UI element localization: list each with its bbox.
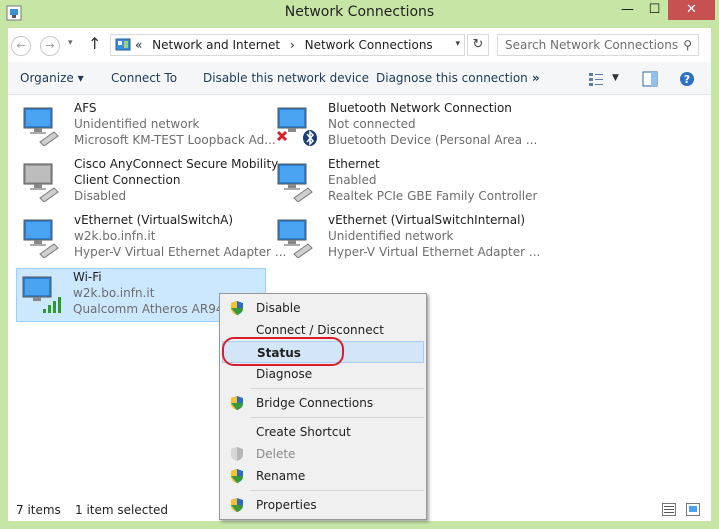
- details-view-icon[interactable]: [662, 503, 676, 516]
- connection-afs[interactable]: AFS Unidentified network Microsoft KM-TE…: [18, 100, 276, 154]
- search-input[interactable]: Search Network Connections ⚲: [497, 34, 699, 56]
- selection-count: 1 item selected: [75, 503, 169, 517]
- connection-status: Unidentified network: [328, 229, 454, 243]
- large-icons-view-icon[interactable]: [686, 503, 700, 516]
- breadcrumb-network-and-internet[interactable]: Network and Internet: [152, 38, 280, 52]
- forward-button[interactable]: →: [40, 36, 60, 56]
- close-button[interactable]: ✕: [668, 0, 715, 20]
- maximize-button[interactable]: ☐: [641, 0, 668, 20]
- breadcrumb-network-connections[interactable]: Network Connections: [305, 38, 433, 52]
- menu-item-bridge-connections[interactable]: Bridge Connections: [222, 392, 424, 414]
- help-icon[interactable]: ?: [679, 71, 695, 87]
- menu-item-disable[interactable]: Disable: [222, 297, 424, 319]
- minimize-button[interactable]: —: [614, 0, 641, 20]
- wifi-adapter-icon: [22, 276, 61, 313]
- uac-shield-icon: [231, 396, 243, 410]
- connection-name: Wi-Fi: [73, 270, 102, 284]
- network-adapter-icon: [277, 219, 313, 258]
- disable-device-button[interactable]: Disable this network device: [203, 71, 369, 85]
- connection-status: Unidentified network: [74, 117, 200, 131]
- search-placeholder: Search Network Connections: [505, 38, 679, 52]
- change-view-icon[interactable]: [588, 71, 604, 87]
- connection-status: Disabled: [74, 189, 127, 203]
- menu-item-label: Bridge Connections: [256, 396, 374, 410]
- menu-item-label: Connect / Disconnect: [256, 323, 384, 337]
- organize-button[interactable]: Organize ▾: [20, 71, 84, 85]
- menu-item-delete: Delete: [222, 443, 424, 465]
- menu-item-status[interactable]: Status: [222, 341, 424, 363]
- menu-item-label: Rename: [256, 469, 306, 483]
- connection-name: vEthernet (VirtualSwitchA): [74, 213, 234, 227]
- menu-item-diagnose[interactable]: Diagnose: [222, 363, 424, 385]
- menu-item-label: Delete: [256, 447, 296, 461]
- connection-device: Hyper-V Virtual Ethernet Adapter ...: [74, 245, 287, 259]
- connection-status: Not connected: [328, 117, 416, 131]
- menu-separator: [250, 388, 424, 389]
- uac-shield-icon: [231, 498, 243, 512]
- address-toolbar: ← → ▾ ↑ « Network and Internet › Network…: [8, 28, 711, 62]
- window: Network Connections — ☐ ✕ ← → ▾ ↑ « Netw…: [0, 0, 719, 529]
- connection-device: Hyper-V Virtual Ethernet Adapter ...: [328, 245, 541, 259]
- menu-item-rename[interactable]: Rename: [222, 465, 424, 487]
- network-adapter-disabled-icon: [23, 163, 59, 202]
- menu-item-label: Status: [257, 346, 301, 360]
- preview-pane-icon[interactable]: [642, 71, 658, 87]
- connection-vethernet-virtualswitchinternal[interactable]: vEthernet (VirtualSwitchInternal) Uniden…: [272, 212, 540, 266]
- connection-status: w2k.bo.infn.it: [74, 229, 156, 243]
- command-bar: Organize ▾ Connect To Disable this netwo…: [8, 62, 711, 95]
- svg-text:?: ?: [684, 73, 690, 86]
- uac-shield-icon: [231, 301, 243, 315]
- context-menu: Disable Connect / Disconnect Status Diag…: [219, 293, 427, 520]
- connection-status: w2k.bo.infn.it: [73, 286, 155, 300]
- breadcrumb-overflow[interactable]: «: [135, 38, 142, 52]
- refresh-button[interactable]: ↻: [467, 34, 489, 56]
- diagnose-connection-button[interactable]: Diagnose this connection: [376, 71, 528, 85]
- connection-device: Qualcomm Atheros AR946x: [73, 302, 239, 316]
- bluetooth-adapter-icon: [276, 107, 317, 146]
- connection-ethernet[interactable]: Ethernet Enabled Realtek PCIe GBE Family…: [272, 156, 537, 210]
- connection-device: Realtek PCIe GBE Family Controller: [328, 189, 538, 203]
- up-button[interactable]: ↑: [88, 34, 101, 53]
- control-panel-icon: [115, 38, 131, 51]
- uac-shield-icon: [231, 469, 243, 483]
- connection-name-line2: Client Connection: [74, 173, 181, 187]
- breadcrumb-separator[interactable]: ›: [290, 38, 295, 52]
- connection-name: Cisco AnyConnect Secure Mobility: [74, 157, 279, 171]
- address-dropdown-icon[interactable]: ▾: [455, 39, 460, 49]
- connect-to-button[interactable]: Connect To: [111, 71, 177, 85]
- network-adapter-icon: [277, 163, 313, 202]
- connection-device: Microsoft KM-TEST Loopback Ad...: [74, 133, 276, 147]
- connection-device: Bluetooth Device (Personal Area ...: [328, 133, 538, 147]
- menu-item-create-shortcut[interactable]: Create Shortcut: [222, 421, 424, 443]
- menu-item-connect-disconnect[interactable]: Connect / Disconnect: [222, 319, 424, 341]
- connection-name: Ethernet: [328, 157, 380, 171]
- connection-name: Bluetooth Network Connection: [328, 101, 512, 115]
- address-bar[interactable]: « Network and Internet › Network Connect…: [110, 34, 465, 56]
- connection-cisco-anyconnect[interactable]: Cisco AnyConnect Secure Mobility Client …: [18, 156, 278, 210]
- recent-locations-dropdown[interactable]: ▾: [68, 38, 73, 48]
- menu-item-label: Disable: [256, 301, 301, 315]
- item-count: 7 items: [16, 503, 61, 517]
- menu-item-properties[interactable]: Properties: [222, 494, 424, 516]
- menu-item-label: Diagnose: [256, 367, 313, 381]
- more-commands-button[interactable]: »: [532, 71, 540, 85]
- connection-name: vEthernet (VirtualSwitchInternal): [328, 213, 526, 227]
- search-icon[interactable]: ⚲: [683, 38, 692, 52]
- uac-shield-disabled-icon: [231, 447, 243, 461]
- connection-name: AFS: [74, 101, 97, 115]
- connection-vethernet-virtualswitcha[interactable]: vEthernet (VirtualSwitchA) w2k.bo.infn.i…: [18, 212, 286, 266]
- connection-status: Enabled: [328, 173, 377, 187]
- menu-item-label: Create Shortcut: [256, 425, 351, 439]
- network-adapter-icon: [23, 219, 59, 258]
- connection-bluetooth[interactable]: Bluetooth Network Connection Not connect…: [272, 100, 537, 154]
- window-title: Network Connections: [284, 4, 435, 20]
- menu-separator: [250, 417, 424, 418]
- menu-separator: [250, 490, 424, 491]
- view-options-dropdown-icon[interactable]: ▼: [612, 73, 628, 89]
- breadcrumb: « Network and Internet › Network Connect…: [135, 38, 439, 52]
- network-adapter-icon: [23, 107, 59, 146]
- menu-item-label: Properties: [256, 498, 317, 512]
- titlebar: Network Connections — ☐ ✕: [0, 0, 719, 28]
- back-button[interactable]: ←: [11, 36, 31, 56]
